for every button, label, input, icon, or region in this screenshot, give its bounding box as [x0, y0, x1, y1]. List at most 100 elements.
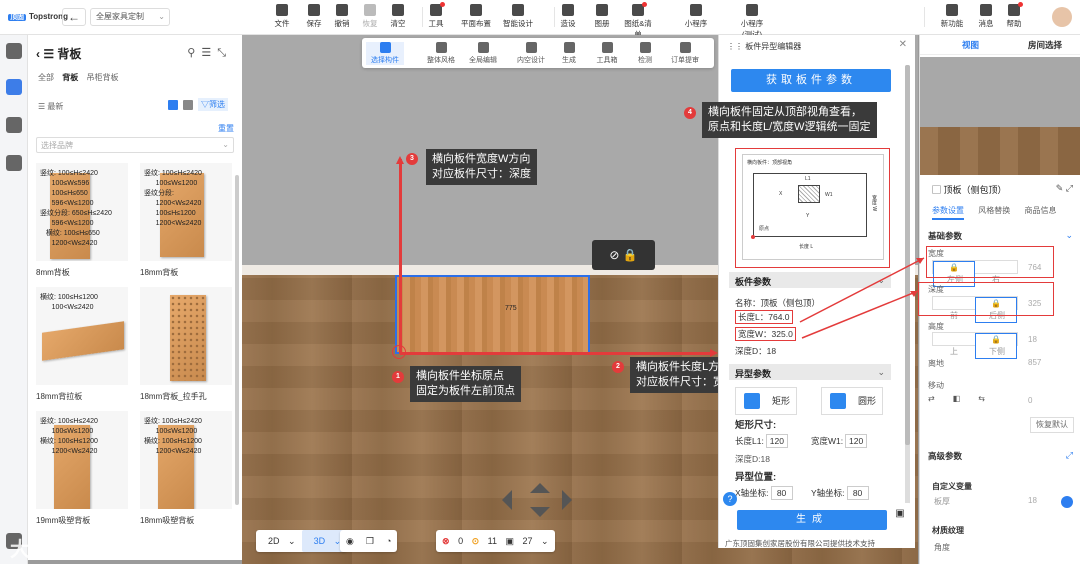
list-view-icon[interactable] — [183, 99, 193, 110]
hide-icon[interactable]: ⊘ — [609, 248, 619, 262]
product-card[interactable]: 竖纹: 100≤H≤2420 100≤W≤1200 竖纹分段: 1200<W≤2… — [140, 163, 232, 278]
toolbar-button-13[interactable]: 新功能 — [937, 3, 967, 29]
shape-params-header[interactable]: 异型参数 ⌄ — [729, 364, 891, 380]
tab-hanging-backboard[interactable]: 吊柜背板 — [86, 73, 118, 82]
panel-actions: ⚲☰⤡ — [187, 46, 232, 60]
board-thickness-value[interactable]: 18 — [1028, 496, 1037, 505]
product-card[interactable]: 18mm背板_拉手孔 — [140, 287, 232, 402]
property-actions[interactable]: ✎ ⤢ — [1056, 183, 1073, 194]
board-params-header[interactable]: 板件参数 ⌄ — [729, 272, 891, 288]
product-card[interactable]: 竖纹: 100≤H≤2420 100≤W≤1200 横纹: 100≤H≤1200… — [140, 411, 232, 526]
view-buttons: ▽筛选 — [168, 98, 228, 111]
select-component-button[interactable]: 选择构件 — [366, 42, 404, 65]
gauge-icon[interactable]: ◔ — [380, 530, 397, 552]
2d-button[interactable]: 2D ⌄ — [256, 530, 302, 552]
product-name: 8mm背板 — [36, 268, 70, 277]
toolbar-label: 保存 — [306, 19, 322, 28]
search-icon[interactable]: ⚲ — [187, 47, 201, 59]
panel-scrollbar[interactable] — [235, 175, 239, 505]
editor-scrollbar[interactable] — [905, 65, 910, 505]
move-direction-buttons[interactable]: ⇄◧⇆ — [928, 394, 1003, 403]
product-card[interactable]: 竖纹: 100≤H≤2420 100≤W≤1200 横纹: 100≤H≤1200… — [36, 411, 128, 526]
expand-icon[interactable]: ⤢ — [1066, 450, 1073, 461]
grid-view-icon[interactable] — [168, 99, 178, 110]
tab-params[interactable]: 参数设置 — [932, 206, 964, 220]
brand-select[interactable]: 选择品牌 ⌄ — [36, 137, 234, 153]
tab-all[interactable]: 全部 — [38, 73, 54, 82]
toolbar-button-6[interactable]: 平面布置 — [461, 3, 491, 29]
toolbar-button-5[interactable]: 工具 — [421, 2, 451, 29]
move-value[interactable]: 0 — [1028, 396, 1032, 405]
tab-backboard[interactable]: 背板 — [62, 73, 78, 82]
user-avatar[interactable] — [1052, 7, 1072, 27]
pan-controls — [492, 475, 582, 525]
height-label: 高度 — [928, 322, 944, 331]
filter-button[interactable]: ▽筛选 — [198, 98, 228, 111]
custom-var-header[interactable]: 自定义变量 — [928, 479, 1074, 493]
circle-shape-option[interactable]: 圆形 — [821, 387, 883, 415]
pan-right-button[interactable] — [562, 490, 582, 510]
sort-option[interactable]: ☰ 最新 — [38, 101, 63, 112]
notification-dot — [440, 2, 445, 7]
toolbar-button-8[interactable]: 造设 — [553, 3, 583, 29]
clipboard-icon[interactable]: ▣ — [888, 503, 912, 525]
toolbox-button[interactable]: 工具箱 — [588, 42, 626, 65]
toolbar-button-11[interactable]: 小程序 — [681, 3, 711, 29]
ground-value[interactable]: 857 — [1028, 358, 1041, 367]
close-icon[interactable]: ✕ — [899, 39, 907, 50]
tab-view[interactable]: 视图 — [962, 39, 979, 51]
pan-left-button[interactable] — [492, 490, 512, 510]
generate-shape-button[interactable]: 生成 — [737, 510, 887, 530]
thickness-toggle[interactable] — [1061, 496, 1073, 508]
product-card[interactable]: 横纹: 100≤H≤1200 100<W≤2420 18mm背拉板 — [36, 287, 128, 402]
height-value[interactable]: 18 — [1028, 335, 1037, 344]
help-icon[interactable]: ? — [723, 492, 737, 506]
generate-button[interactable]: 生成 — [550, 42, 588, 65]
cube-icon[interactable]: ❒ — [360, 530, 380, 552]
user-icon[interactable] — [6, 117, 22, 133]
pan-down-button[interactable] — [530, 507, 550, 527]
tab-room-select[interactable]: 房间选择 — [1028, 39, 1062, 51]
toolbar-button-7[interactable]: 智能设计 — [503, 3, 533, 29]
toolbar-button-4[interactable]: 清空 — [383, 3, 413, 29]
catalog-icon[interactable] — [6, 43, 22, 59]
toolbar-button-3[interactable]: 恢复 — [355, 3, 385, 29]
collapse-icon[interactable]: ⤡ — [217, 47, 232, 59]
toolbar-button-15[interactable]: 帮助 — [999, 2, 1029, 29]
tab-product-info[interactable]: 商品信息 — [1024, 206, 1056, 215]
toolbar-button-0[interactable]: 文件 — [267, 3, 297, 29]
material-header[interactable]: 材质纹理 — [928, 523, 1074, 537]
toolbar-button-1[interactable]: 保存 — [299, 3, 329, 29]
product-spec: 竖纹: 100≤H≤2420 100≤W≤1200 竖纹分段: 1200<W≤2… — [144, 170, 202, 227]
advanced-params-header[interactable]: 高级参数 — [928, 450, 962, 462]
status-counts[interactable]: ⊗ 0 ⊙ 11 ▣ 27 ⌄ — [436, 530, 555, 552]
restore-default-button[interactable]: 恢复默认 — [1030, 417, 1074, 433]
back-button[interactable]: ← — [62, 8, 86, 26]
toolbar-button-14[interactable]: 消息 — [971, 3, 1001, 29]
tab-style[interactable]: 风格替换 — [978, 206, 1010, 215]
chevron-down-icon[interactable]: ⌄ — [1065, 230, 1073, 241]
bus-icon[interactable] — [6, 155, 22, 171]
reset-link[interactable]: 重置 — [218, 123, 234, 134]
toolbar-button-2[interactable]: 撤销 — [327, 3, 357, 29]
basic-params-header[interactable]: 基础参数 — [928, 230, 962, 242]
check-button[interactable]: 检测 — [626, 42, 664, 65]
menu-icon[interactable]: ☰ — [201, 47, 217, 59]
product-card[interactable]: 竖纹: 100≤H≤2420 100≤W≤596 100≤H≤650 596<W… — [36, 163, 128, 278]
eye-icon[interactable]: ◉ — [340, 530, 360, 552]
global-edit-button[interactable]: 全局编辑 — [464, 42, 502, 65]
selected-board[interactable]: 775 — [395, 275, 590, 354]
minimap[interactable] — [920, 57, 1080, 175]
get-board-params-button[interactable]: 获取板件参数 — [731, 69, 891, 92]
height-anchor-toggle[interactable]: 上🔒下侧 — [932, 332, 1018, 359]
interior-design-button[interactable]: 内空设计 — [512, 42, 550, 65]
order-review-button[interactable]: 订单提审 — [666, 42, 704, 65]
lock-icon[interactable]: 🔒 — [623, 248, 638, 262]
style-button[interactable]: 整体风格 — [422, 42, 460, 65]
right-panel: 视图 房间选择 ▢ 顶板（侧包顶） ✎ ⤢ 参数设置 风格替换 商品信息 基础参… — [918, 35, 1080, 564]
pan-up-button[interactable] — [530, 473, 550, 493]
rect-shape-option[interactable]: 矩形 — [735, 387, 797, 415]
crown-icon[interactable] — [6, 79, 22, 95]
toolbar-button-9[interactable]: 图册 — [587, 3, 617, 29]
project-select[interactable]: 全屋家具定制 ⌄ — [90, 8, 170, 26]
